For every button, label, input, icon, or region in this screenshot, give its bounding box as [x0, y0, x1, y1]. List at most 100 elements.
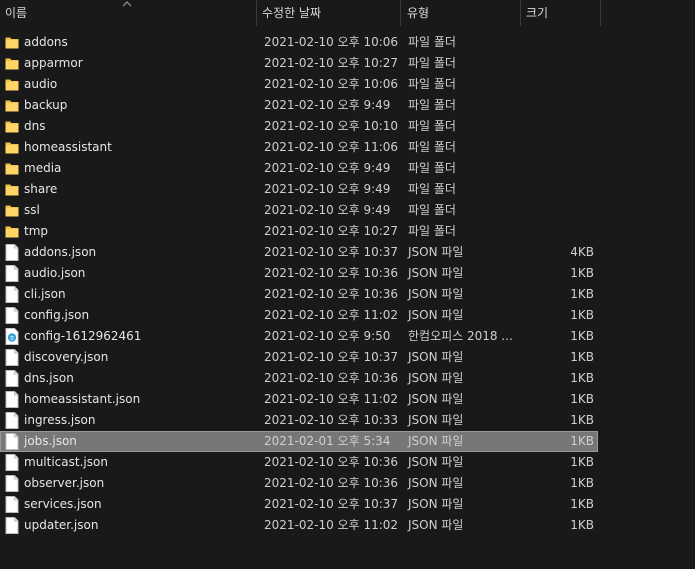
file-row[interactable]: dns 2021-02-10 오후 10:10 파일 폴더: [0, 116, 598, 137]
file-type: JSON 파일: [408, 371, 464, 385]
file-row[interactable]: discovery.json 2021-02-10 오후 10:37 JSON 파일…: [0, 347, 598, 368]
column-header-type[interactable]: 유형: [402, 0, 520, 26]
file-icon: [5, 475, 19, 492]
file-type: JSON 파일: [408, 350, 464, 364]
file-type: JSON 파일: [408, 245, 464, 259]
file-size: 1KB: [570, 350, 594, 364]
file-row[interactable]: share 2021-02-10 오후 9:49 파일 폴더: [0, 179, 598, 200]
svg-text:ㅎ: ㅎ: [9, 334, 15, 342]
file-row[interactable]: addons 2021-02-10 오후 10:06 파일 폴더: [0, 32, 598, 53]
column-header-date[interactable]: 수정한 날짜: [257, 0, 400, 26]
column-header-date-label: 수정한 날짜: [262, 6, 322, 20]
file-row[interactable]: homeassistant.json 2021-02-10 오후 11:02 JSO…: [0, 389, 598, 410]
file-row[interactable]: ingress.json 2021-02-10 오후 10:33 JSON 파일 1K…: [0, 410, 598, 431]
folder-icon: [5, 76, 19, 93]
file-row[interactable]: backup 2021-02-10 오후 9:49 파일 폴더: [0, 95, 598, 116]
file-icon: [5, 496, 19, 513]
file-modified-date: 2021-02-10 오후 10:36: [264, 476, 399, 490]
file-row[interactable]: media 2021-02-10 오후 9:49 파일 폴더: [0, 158, 598, 179]
file-name: config-1612962461: [24, 329, 142, 343]
file-name: homeassistant.json: [24, 392, 141, 406]
file-size: 1KB: [570, 434, 594, 448]
file-type: JSON 파일: [408, 518, 464, 532]
file-icon: [5, 391, 19, 408]
file-type: JSON 파일: [408, 308, 464, 322]
file-type: 한컴오피스 2018 ...: [408, 329, 513, 343]
file-modified-date: 2021-02-10 오후 9:50: [264, 329, 391, 343]
file-type: 파일 폴더: [408, 35, 456, 49]
file-type: JSON 파일: [408, 392, 464, 406]
file-row[interactable]: multicast.json 2021-02-10 오후 10:36 JSON 파일…: [0, 452, 598, 473]
file-modified-date: 2021-02-10 오후 10:06: [264, 77, 399, 91]
column-header-name-label: 이름: [5, 6, 28, 20]
file-modified-date: 2021-02-10 오후 11:02: [264, 308, 399, 322]
file-type: JSON 파일: [408, 455, 464, 469]
file-size: 1KB: [570, 371, 594, 385]
file-modified-date: 2021-02-10 오후 9:49: [264, 182, 391, 196]
file-row[interactable]: config.json 2021-02-10 오후 11:02 JSON 파일 1KB: [0, 305, 598, 326]
file-row[interactable]: observer.json 2021-02-10 오후 10:36 JSON 파일 1…: [0, 473, 598, 494]
file-row[interactable]: homeassistant 2021-02-10 오후 11:06 파일 폴더: [0, 137, 598, 158]
file-row[interactable]: audio.json 2021-02-10 오후 10:36 JSON 파일 1KB: [0, 263, 598, 284]
file-row[interactable]: dns.json 2021-02-10 오후 10:36 JSON 파일 1KB: [0, 368, 598, 389]
file-row[interactable]: services.json 2021-02-10 오후 10:37 JSON 파일 1…: [0, 494, 598, 515]
file-size: 1KB: [570, 287, 594, 301]
folder-icon: [5, 181, 19, 198]
file-row[interactable]: updater.json 2021-02-10 오후 11:02 JSON 파일 1K…: [0, 515, 598, 536]
file-icon: [5, 349, 19, 366]
file-row[interactable]: tmp 2021-02-10 오후 10:27 파일 폴더: [0, 221, 598, 242]
file-row[interactable]: ssl 2021-02-10 오후 9:49 파일 폴더: [0, 200, 598, 221]
file-type: JSON 파일: [408, 413, 464, 427]
column-header-size[interactable]: 크기: [521, 0, 601, 26]
file-name: dns.json: [24, 371, 74, 385]
file-row[interactable]: apparmor 2021-02-10 오후 10:27 파일 폴더: [0, 53, 598, 74]
file-row-selected[interactable]: jobs.json 2021-02-01 오후 5:34 JSON 파일 1KB: [0, 431, 598, 452]
file-name: addons: [24, 35, 68, 49]
file-modified-date: 2021-02-10 오후 9:49: [264, 161, 391, 175]
file-name: apparmor: [24, 56, 83, 70]
file-name: addons.json: [24, 245, 97, 259]
file-size: 1KB: [570, 266, 594, 280]
file-name: audio: [24, 77, 58, 91]
file-modified-date: 2021-02-10 오후 10:37: [264, 245, 399, 259]
column-divider[interactable]: [600, 0, 601, 26]
file-modified-date: 2021-02-10 오후 10:27: [264, 224, 399, 238]
file-type: 파일 폴더: [408, 224, 456, 238]
file-type: 파일 폴더: [408, 119, 456, 133]
folder-icon: [5, 160, 19, 177]
file-icon: [5, 433, 19, 450]
file-modified-date: 2021-02-10 오후 10:37: [264, 350, 399, 364]
file-type: 파일 폴더: [408, 77, 456, 91]
file-modified-date: 2021-02-10 오후 10:36: [264, 455, 399, 469]
file-icon: [5, 244, 19, 261]
file-icon: [5, 307, 19, 324]
file-icon: [5, 286, 19, 303]
file-type: 파일 폴더: [408, 140, 456, 154]
file-type: JSON 파일: [408, 287, 464, 301]
file-size: 4KB: [570, 245, 594, 259]
file-row[interactable]: addons.json 2021-02-10 오후 10:37 JSON 파일 4KB: [0, 242, 598, 263]
file-name: cli.json: [24, 287, 66, 301]
file-icon: [5, 412, 19, 429]
column-header-bar: 이름 수정한 날짜 유형 크기: [0, 0, 695, 26]
file-type: 파일 폴더: [408, 56, 456, 70]
file-size: 1KB: [570, 497, 594, 511]
file-modified-date: 2021-02-10 오후 10:33: [264, 413, 399, 427]
file-name: multicast.json: [24, 455, 108, 469]
file-icon: [5, 517, 19, 534]
file-name: media: [24, 161, 62, 175]
hancom-doc-icon: ㅎ: [5, 328, 19, 345]
file-type: 파일 폴더: [408, 161, 456, 175]
file-row[interactable]: audio 2021-02-10 오후 10:06 파일 폴더: [0, 74, 598, 95]
file-size: 1KB: [570, 476, 594, 490]
file-modified-date: 2021-02-10 오후 10:36: [264, 371, 399, 385]
file-name: backup: [24, 98, 68, 112]
file-modified-date: 2021-02-10 오후 10:36: [264, 266, 399, 280]
file-row[interactable]: cli.json 2021-02-10 오후 10:36 JSON 파일 1KB: [0, 284, 598, 305]
folder-icon: [5, 118, 19, 135]
file-modified-date: 2021-02-10 오후 10:37: [264, 497, 399, 511]
column-divider[interactable]: [400, 0, 401, 26]
file-row[interactable]: ㅎ config-1612962461 2021-02-10 오후 9:50 한컴오피…: [0, 326, 598, 347]
file-modified-date: 2021-02-10 오후 11:06: [264, 140, 399, 154]
file-name: audio.json: [24, 266, 86, 280]
